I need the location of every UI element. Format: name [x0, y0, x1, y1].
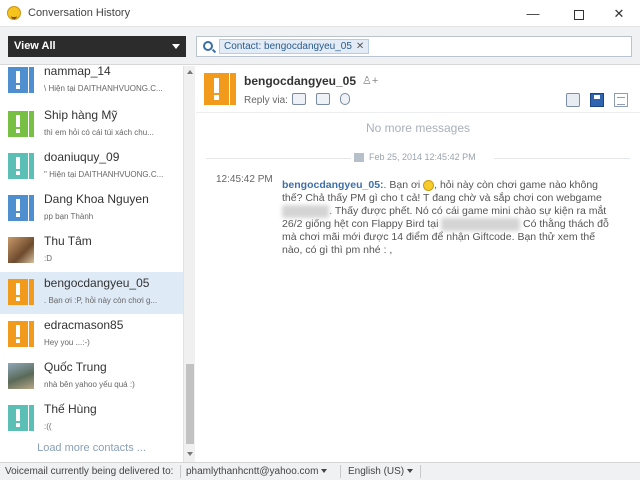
search-input[interactable]: Contact: bengocdangyeu_05 ✕ [196, 36, 632, 57]
contact-icon [8, 195, 34, 221]
contact-snippet: pp bạn Thành [44, 212, 94, 221]
view-filter-dropdown[interactable]: View All [8, 36, 186, 57]
contact-list-scrollbar[interactable] [183, 66, 195, 462]
contact-icon [8, 405, 34, 431]
contact-name: Thế Hùng [44, 402, 97, 416]
scroll-up-icon[interactable] [187, 70, 193, 74]
chevron-down-icon [407, 469, 414, 474]
language-label: English (US) [348, 466, 405, 477]
language-dropdown[interactable]: English (US) [348, 466, 414, 477]
contact-snippet: . Bạn ơi :P, hỏi này còn chơi g... [44, 296, 158, 305]
list-item[interactable]: edracmason85 Hey you ...:-) [0, 314, 183, 356]
voice-call-icon[interactable] [340, 93, 350, 105]
contact-name: nammap_14 [44, 66, 111, 78]
contact-snippet: :D [44, 254, 52, 263]
toolbar: View All Contact: bengocdangyeu_05 ✕ [0, 27, 640, 65]
no-more-messages: No more messages [365, 121, 471, 135]
smiley-emoticon-icon [423, 179, 435, 191]
message-sender[interactable]: bengocdangyeu_05: [282, 179, 384, 191]
contact-icon [8, 153, 34, 179]
voicemail-email-dropdown[interactable]: phamlythanhcntt@yahoo.com [186, 466, 328, 477]
contact-snippet: \ Hiện tại DAITHANHVUONG.C... [44, 84, 163, 93]
contact-name: edracmason85 [44, 318, 124, 332]
voicemail-label: Voicemail currently being delivered to: [5, 466, 174, 477]
message-part-1: . Bạn ơi [383, 179, 424, 191]
contact-chip-label: Contact: bengocdangyeu_05 [224, 41, 352, 52]
message-reply-icon[interactable] [292, 93, 306, 105]
conversation-header: bengocdangyeu_05 ♙+ Reply via: [196, 66, 640, 112]
divider [420, 465, 421, 478]
list-item[interactable]: Thế Hùng :(( [0, 398, 183, 440]
video-call-icon[interactable] [316, 93, 330, 105]
list-item[interactable]: Thu Tâm :D [0, 230, 183, 272]
contact-name: Thu Tâm [44, 234, 92, 248]
contact-snippet: " Hiện tại DAITHANHVUONG.C... [44, 170, 164, 179]
date-stamp-text: Feb 25, 2014 12:45:42 PM [369, 152, 476, 162]
contact-name: Quốc Trung [44, 360, 107, 374]
list-item[interactable]: nammap_14 \ Hiện tại DAITHANHVUONG.C... [0, 66, 183, 102]
add-contact-icon[interactable]: ♙+ [362, 75, 378, 87]
calendar-icon [354, 153, 364, 163]
message-time: 12:45:42 PM [216, 174, 273, 185]
contact-icon [8, 111, 34, 137]
conversation-body: No more messages Feb 25, 2014 12:45:42 P… [196, 112, 640, 462]
status-bar: Voicemail currently being delivered to: … [0, 462, 640, 480]
search-icon [203, 41, 213, 51]
contact-name: bengocdangyeu_05 [44, 276, 150, 290]
blurred-text: xxxxxxxxxxxxxxx [441, 218, 521, 231]
scroll-down-icon[interactable] [187, 452, 193, 456]
window-title: Conversation History [28, 7, 131, 19]
contact-name: Dang Khoa Nguyen [44, 192, 149, 206]
avatar [8, 363, 34, 389]
contact-name: Ship hàng Mỹ [44, 108, 118, 122]
reply-via-label: Reply via: [244, 95, 288, 106]
chevron-down-icon [172, 44, 180, 49]
divider [206, 158, 351, 159]
contact-snippet: thì em hỏi có cái túi xách chu... [44, 128, 154, 137]
blurred-text: xxxxxxxxx [282, 205, 330, 218]
contact-list: nammap_14 \ Hiện tại DAITHANHVUONG.C... … [0, 66, 183, 462]
close-icon[interactable]: ✕ [356, 41, 364, 52]
maximize-icon [574, 9, 584, 20]
contact-snippet: nhà bên yahoo yếu quá :) [44, 380, 135, 389]
minimize-button[interactable]: — [510, 0, 556, 27]
divider [180, 465, 181, 478]
close-button[interactable]: ✕ [598, 0, 640, 27]
list-item[interactable]: Quốc Trung nhà bên yahoo yếu quá :) [0, 356, 183, 398]
contact-filter-chip[interactable]: Contact: bengocdangyeu_05 ✕ [219, 39, 370, 54]
list-item[interactable]: Ship hàng Mỹ thì em hỏi có cái túi xách … [0, 104, 183, 146]
contact-snippet: Hey you ...:-) [44, 338, 90, 347]
avatar [8, 237, 34, 263]
contact-icon [204, 73, 236, 105]
load-more-link[interactable]: Load more contacts ... [0, 442, 183, 454]
list-item[interactable]: doaniuquy_09 " Hiện tại DAITHANHVUONG.C.… [0, 146, 183, 188]
list-item[interactable]: Dang Khoa Nguyen pp bạn Thành [0, 188, 183, 230]
voicemail-email: phamlythanhcntt@yahoo.com [186, 466, 319, 477]
title-bar: Conversation History — ✕ [0, 0, 640, 27]
contact-icon [8, 321, 34, 347]
chevron-down-icon [321, 469, 328, 474]
contact-snippet: :(( [44, 422, 52, 431]
scroll-thumb[interactable] [186, 364, 194, 444]
contact-icon [8, 279, 34, 305]
maximize-button[interactable] [556, 0, 602, 27]
yahoo-smiley-icon [7, 6, 21, 20]
date-stamp: Feb 25, 2014 12:45:42 PM [354, 152, 476, 163]
print-icon[interactable] [566, 93, 580, 107]
save-icon[interactable] [590, 93, 604, 107]
list-item-selected[interactable]: bengocdangyeu_05 . Bạn ơi :P, hỏi này cò… [0, 272, 183, 314]
message-text: bengocdangyeu_05:. Bạn ơi , hỏi này còn … [282, 179, 618, 257]
conversation-contact-name: bengocdangyeu_05 [244, 74, 357, 88]
divider [340, 465, 341, 478]
contact-name: doaniuquy_09 [44, 150, 120, 164]
contact-icon [8, 67, 34, 93]
view-filter-label: View All [14, 40, 56, 52]
export-document-icon[interactable] [614, 93, 628, 107]
divider [494, 158, 630, 159]
